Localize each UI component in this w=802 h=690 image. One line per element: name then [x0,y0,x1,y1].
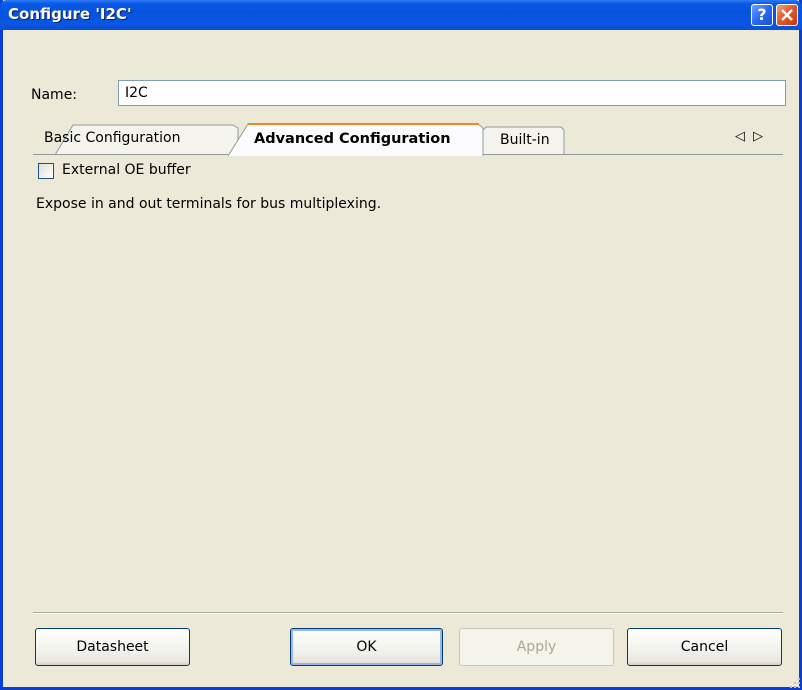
close-button[interactable] [776,4,798,26]
apply-button[interactable]: Apply [459,628,614,666]
tab-advanced-configuration[interactable]: Advanced Configuration [254,127,451,152]
help-button[interactable]: ? [751,4,773,26]
close-icon [781,9,793,21]
tab-basic-configuration[interactable]: Basic Configuration [44,126,180,151]
resize-grip-icon[interactable] [788,676,802,690]
button-separator [33,612,783,614]
external-oe-buffer-label[interactable]: External OE buffer [62,162,191,178]
tab-scroll-left-icon[interactable]: ◁ [735,128,745,146]
ok-button[interactable]: OK [290,628,443,666]
external-oe-buffer-checkbox[interactable] [38,163,54,179]
tab-scroll-right-icon[interactable]: ▷ [753,128,763,146]
datasheet-button[interactable]: Datasheet [35,628,190,666]
title-bar[interactable]: Configure 'I2C' ? [0,0,802,30]
help-icon: ? [757,5,767,24]
window-title: Configure 'I2C' [8,5,132,23]
name-input[interactable] [118,80,786,106]
name-label: Name: [31,87,78,103]
tab-built-in[interactable]: Built-in [500,128,550,153]
external-oe-description: Expose in and out terminals for bus mult… [36,196,382,212]
cancel-button[interactable]: Cancel [627,628,782,666]
